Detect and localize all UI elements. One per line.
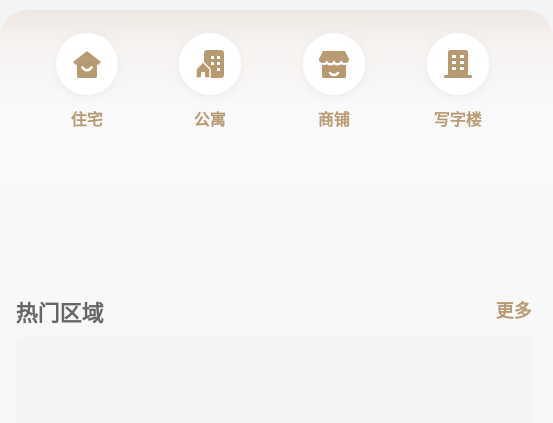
category-residential-icon-circle <box>56 33 118 95</box>
category-office[interactable]: 写字楼 <box>413 33 503 133</box>
hot-areas-more-link[interactable]: 更多 <box>496 301 532 323</box>
category-office-icon-circle <box>427 33 489 95</box>
category-residential[interactable]: 住宅 <box>42 33 132 133</box>
page: 住宅 公寓 商铺 写字楼 热门区域 更多 <box>0 0 553 423</box>
category-residential-label: 住宅 <box>70 110 103 129</box>
category-apartment[interactable]: 公寓 <box>165 33 255 133</box>
property-category-nav: 住宅 公寓 商铺 写字楼 <box>0 33 553 143</box>
category-apartment-icon-circle <box>179 33 241 95</box>
apartment-building-icon <box>195 50 224 79</box>
shop-icon <box>319 51 349 78</box>
hot-areas-title: 热门区域 <box>16 302 105 327</box>
house-icon <box>73 51 101 78</box>
category-office-label: 写字楼 <box>433 110 482 129</box>
category-shop-icon-circle <box>303 33 365 95</box>
category-apartment-label: 公寓 <box>193 110 226 129</box>
category-shop[interactable]: 商铺 <box>289 33 379 133</box>
office-building-icon <box>444 50 472 78</box>
hot-areas-panel <box>16 337 532 423</box>
category-shop-label: 商铺 <box>317 110 350 129</box>
